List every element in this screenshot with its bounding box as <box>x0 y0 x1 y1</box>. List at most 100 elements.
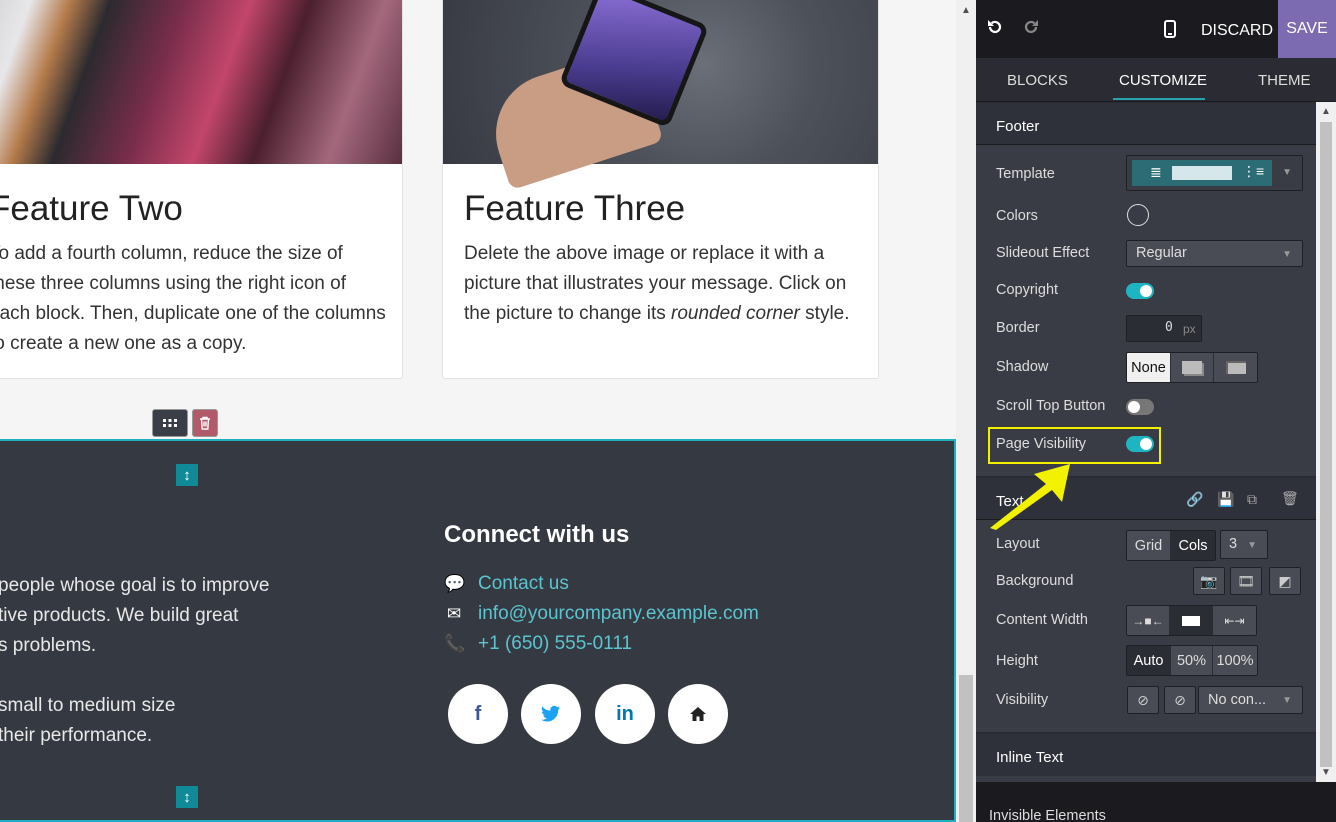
hide-mobile-icon[interactable]: ⊘ <box>1164 686 1196 714</box>
undo-icon[interactable] <box>986 18 1004 42</box>
border-input[interactable]: 0 px <box>1126 315 1202 342</box>
contact-link[interactable]: Contact us <box>478 573 569 595</box>
template-bar <box>1172 166 1232 180</box>
scroll-top-toggle[interactable] <box>1126 399 1154 415</box>
mobile-preview-icon[interactable] <box>1164 20 1176 44</box>
align-left-icon: ≣ <box>1150 164 1162 180</box>
feature-two-title[interactable]: Feature Two <box>0 189 183 229</box>
visibility-label: Visibility <box>996 692 1049 708</box>
website-canvas[interactable]: Feature Two To add a fourth column, redu… <box>0 0 956 822</box>
feature-card-two[interactable]: Feature Two To add a fourth column, redu… <box>0 0 403 379</box>
layout-grid-button[interactable]: Grid <box>1127 531 1171 560</box>
footer-section-header[interactable]: Footer <box>976 103 1316 145</box>
editor-panel: DISCARD SAVE BLOCKS CUSTOMIZE THEME Foot… <box>976 0 1336 822</box>
image-icon[interactable]: ◩ <box>1269 567 1301 595</box>
drag-handle-button[interactable] <box>152 409 188 437</box>
save-button[interactable]: SAVE <box>1278 0 1336 58</box>
width-narrow-icon[interactable]: →■← <box>1127 606 1170 635</box>
template-label: Template <box>996 166 1055 182</box>
shadow-outset-icon <box>1182 361 1202 374</box>
height-options: Auto 50% 100% <box>1126 645 1258 676</box>
hide-desktop-icon[interactable]: ⊘ <box>1127 686 1159 714</box>
border-label: Border <box>996 320 1040 336</box>
shadow-none-button[interactable]: None <box>1127 353 1171 382</box>
redo-icon[interactable] <box>1022 18 1040 42</box>
feature-two-image[interactable] <box>0 0 402 164</box>
panel-scrollbar[interactable]: ▲ ▼ <box>1316 102 1336 782</box>
canvas-scroll-thumb[interactable] <box>959 675 973 822</box>
height-auto-button[interactable]: Auto <box>1127 646 1171 675</box>
discard-button[interactable]: DISCARD <box>1201 22 1273 40</box>
save-icon[interactable]: 💾 <box>1217 491 1234 508</box>
trash-icon <box>200 416 210 430</box>
footer-lead-line[interactable]: small to medium size <box>0 691 175 721</box>
tab-customize[interactable]: CUSTOMIZE <box>1119 72 1207 89</box>
color-picker[interactable] <box>1127 204 1149 226</box>
connect-title[interactable]: Connect with us <box>444 521 629 549</box>
footer-lead-line[interactable]: their performance. <box>0 721 152 751</box>
height-100-button[interactable]: 100% <box>1213 646 1257 675</box>
scroll-up-arrow-icon[interactable]: ▲ <box>961 5 971 16</box>
copy-icon[interactable]: ⧉ <box>1247 491 1257 508</box>
height-50-button[interactable]: 50% <box>1171 646 1213 675</box>
canvas-scrollbar[interactable]: ▲ <box>956 0 976 822</box>
linkedin-icon[interactable]: in <box>595 684 655 744</box>
copyright-toggle[interactable] <box>1126 283 1154 299</box>
shadow-inset-icon <box>1225 361 1246 374</box>
link-icon[interactable]: 🔗 <box>1186 491 1203 508</box>
active-tab-indicator <box>1113 98 1205 100</box>
content-width-options: →■← ⇤⇥ <box>1126 605 1257 636</box>
chevron-down-icon: ▼ <box>1282 249 1292 260</box>
feature-two-text[interactable]: To add a fourth column, reduce the size … <box>0 239 389 359</box>
cols-select[interactable]: 3 ▼ <box>1220 530 1268 559</box>
footer-block[interactable]: ↕ ↕ people whose goal is to improve tive… <box>0 439 956 822</box>
film-icon[interactable]: 🎞 <box>1230 567 1262 595</box>
border-unit: px <box>1183 322 1196 336</box>
scroll-up-arrow-icon[interactable]: ▲ <box>1321 106 1331 117</box>
inline-text-section-header[interactable]: Inline Text <box>976 734 1316 778</box>
email-link[interactable]: info@yourcompany.example.com <box>478 603 759 625</box>
height-label: Height <box>996 653 1038 669</box>
twitter-icon[interactable] <box>521 684 581 744</box>
layout-cols-button[interactable]: Cols <box>1171 531 1215 560</box>
contact-row: 📞 +1 (650) 555-0111 <box>444 633 632 655</box>
copyright-label: Copyright <box>996 282 1059 298</box>
snippet-toolbar <box>152 409 218 437</box>
camera-icon[interactable]: 📷 <box>1193 567 1225 595</box>
delete-block-button[interactable] <box>192 409 218 437</box>
width-regular-icon[interactable] <box>1170 606 1213 635</box>
text-options: Layout Grid Cols 3 ▼ Background 📷 🎞 ◩ Co… <box>976 520 1316 732</box>
shadow-inset-button[interactable] <box>1214 353 1257 382</box>
footer-lead-line[interactable]: s problems. <box>0 631 96 661</box>
tab-blocks[interactable]: BLOCKS <box>1007 72 1068 89</box>
scroll-top-label: Scroll Top Button <box>996 398 1106 414</box>
feature-three-text[interactable]: Delete the above image or replace it wit… <box>464 239 874 329</box>
envelope-icon: ✉ <box>446 604 462 623</box>
template-select[interactable]: ≣ ⋮≡ ▼ <box>1126 155 1303 191</box>
invisible-elements-bar[interactable]: Invisible Elements <box>976 782 1336 822</box>
panel-scroll-thumb[interactable] <box>1320 122 1332 767</box>
slideout-select[interactable]: Regular ▼ <box>1126 240 1303 267</box>
scroll-down-arrow-icon[interactable]: ▼ <box>1321 767 1331 778</box>
background-label: Background <box>996 573 1074 589</box>
footer-lead-line[interactable]: tive products. We build great <box>0 601 238 631</box>
width-full-icon[interactable]: ⇤⇥ <box>1213 606 1256 635</box>
facebook-icon[interactable]: f <box>448 684 508 744</box>
resize-top-handle[interactable]: ↕ <box>176 464 198 486</box>
footer-lead-line[interactable]: people whose goal is to improve <box>0 571 269 601</box>
visibility-select[interactable]: No con... ▼ <box>1198 686 1303 714</box>
phone-icon: 📞 <box>444 634 466 653</box>
feature-three-title[interactable]: Feature Three <box>464 189 685 229</box>
shadow-outset-button[interactable] <box>1171 353 1214 382</box>
shadow-options: None <box>1126 352 1258 383</box>
resize-bottom-handle[interactable]: ↕ <box>176 786 198 808</box>
trash-icon[interactable]: 🗑 <box>1281 490 1299 507</box>
home-icon[interactable] <box>668 684 728 744</box>
tab-theme[interactable]: THEME <box>1258 72 1311 89</box>
slideout-value: Regular <box>1136 245 1187 261</box>
annotation-arrow-icon <box>990 464 1070 530</box>
slideout-label: Slideout Effect <box>996 245 1090 261</box>
width-regular-shape <box>1182 615 1200 626</box>
phone-link[interactable]: +1 (650) 555-0111 <box>478 633 632 655</box>
colors-label: Colors <box>996 208 1038 224</box>
